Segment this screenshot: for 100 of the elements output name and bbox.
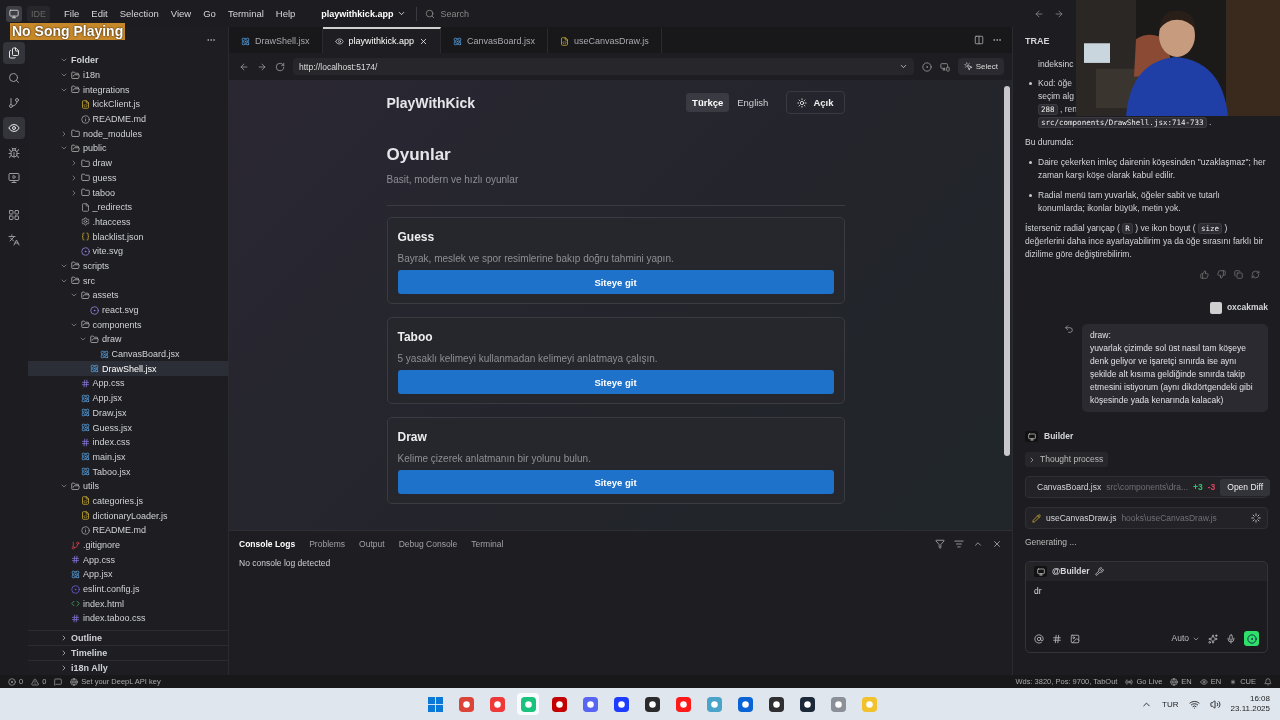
language-option[interactable]: English bbox=[731, 93, 775, 112]
explorer-entry[interactable]: eslint.config.js bbox=[28, 581, 228, 597]
refresh-icon[interactable] bbox=[1251, 270, 1260, 279]
explorer-entry[interactable]: App.css bbox=[28, 376, 228, 391]
scrollbar-thumb[interactable] bbox=[1004, 86, 1010, 456]
forward-icon[interactable] bbox=[257, 61, 267, 72]
thought-toggle[interactable]: Thought process bbox=[1025, 452, 1109, 467]
explorer-entry[interactable]: blacklist.json bbox=[28, 229, 228, 244]
devices-icon[interactable] bbox=[939, 61, 950, 72]
menu-item[interactable]: View bbox=[164, 8, 198, 19]
explorer-entry[interactable]: categories.js bbox=[28, 493, 228, 509]
filter-icon[interactable] bbox=[935, 539, 945, 549]
explorer-entry[interactable]: kickClient.js bbox=[28, 97, 228, 112]
back-icon[interactable] bbox=[239, 61, 249, 72]
chevron-up-icon[interactable] bbox=[973, 539, 983, 549]
explorer-entry[interactable]: README.md bbox=[28, 111, 228, 127]
close-icon[interactable] bbox=[992, 539, 1002, 549]
explorer-folder[interactable]: guess bbox=[28, 170, 228, 186]
panel-tab[interactable]: Debug Console bbox=[398, 539, 458, 549]
menu-item[interactable]: Edit bbox=[85, 8, 114, 19]
undo-icon[interactable] bbox=[1064, 324, 1074, 334]
explorer-folder[interactable]: draw bbox=[28, 155, 228, 171]
explorer-folder[interactable]: taboo bbox=[28, 185, 228, 200]
thumbs-up-icon[interactable] bbox=[1200, 270, 1209, 279]
explorer-entry[interactable]: README.md bbox=[28, 523, 228, 538]
record-icon[interactable] bbox=[921, 61, 932, 72]
explorer-entry[interactable]: App.jsx bbox=[28, 390, 228, 406]
explorer-entry[interactable]: index.html bbox=[28, 596, 228, 612]
menu-item[interactable]: Help bbox=[269, 8, 302, 19]
explorer-entry[interactable]: .gitignore bbox=[28, 537, 228, 553]
explorer-entry[interactable]: vite.svg bbox=[28, 243, 228, 259]
explorer-entry[interactable]: main.jsx bbox=[28, 449, 228, 465]
list-icon[interactable] bbox=[954, 539, 964, 549]
explorer-folder[interactable]: assets bbox=[28, 288, 228, 303]
explorer-entry[interactable]: Taboo.jsx bbox=[28, 464, 228, 479]
editor-tab[interactable]: CanvasBoard.jsx bbox=[441, 27, 549, 53]
close-icon[interactable] bbox=[419, 36, 429, 46]
explorer-entry[interactable]: index.taboo.css bbox=[28, 611, 228, 626]
editor-tab[interactable]: playwithkick.app bbox=[322, 27, 442, 53]
project-menu[interactable]: playwithkick.app bbox=[321, 8, 407, 19]
panel-tab[interactable]: Problems bbox=[309, 539, 346, 549]
visit-button[interactable]: Siteye git bbox=[397, 370, 834, 394]
tools-icon[interactable] bbox=[1094, 567, 1104, 576]
explorer-folder[interactable]: components bbox=[28, 317, 228, 333]
explorer-icon[interactable] bbox=[3, 42, 25, 64]
menu-item[interactable]: Selection bbox=[113, 8, 165, 19]
explorer-entry[interactable]: index.css bbox=[28, 434, 228, 450]
explorer-entry[interactable]: CanvasBoard.jsx bbox=[28, 346, 228, 362]
image-icon[interactable] bbox=[1070, 633, 1080, 644]
explorer-folder[interactable]: public bbox=[28, 141, 228, 156]
split-icon[interactable] bbox=[974, 35, 984, 45]
volume-icon[interactable] bbox=[1209, 698, 1221, 710]
explorer-folder[interactable]: scripts bbox=[28, 258, 228, 274]
language-option[interactable]: Türkçe bbox=[686, 93, 730, 112]
visit-button[interactable]: Siteye git bbox=[397, 470, 834, 494]
explorer-entry[interactable]: App.css bbox=[28, 552, 228, 568]
send-button[interactable] bbox=[1244, 631, 1259, 646]
explorer-folder[interactable]: src bbox=[28, 273, 228, 288]
wifi-icon[interactable] bbox=[1188, 698, 1200, 710]
explorer-entry[interactable]: _redirects bbox=[28, 199, 228, 215]
mic-icon[interactable] bbox=[1226, 633, 1236, 644]
back-icon[interactable] bbox=[1034, 8, 1044, 19]
thumbs-down-icon[interactable] bbox=[1217, 270, 1226, 279]
panel-tab[interactable]: Terminal bbox=[471, 539, 504, 549]
clock[interactable]: 16:08 23.11.2025 bbox=[1230, 694, 1270, 714]
chat-icon[interactable] bbox=[54, 677, 63, 686]
explorer-folder[interactable]: i18n bbox=[28, 67, 228, 83]
menu-item[interactable]: File bbox=[58, 8, 86, 19]
explorer-entry[interactable]: .htaccess bbox=[28, 214, 228, 230]
explorer-entry[interactable]: react.svg bbox=[28, 302, 228, 318]
explorer-folder[interactable]: Folder bbox=[28, 53, 228, 68]
explorer-folder[interactable]: integrations bbox=[28, 82, 228, 98]
bell-icon[interactable] bbox=[1264, 677, 1272, 686]
panel-tab[interactable]: Console Logs bbox=[239, 539, 296, 549]
editor-tab[interactable]: useCanvasDraw.js bbox=[548, 27, 662, 53]
url-field[interactable]: http://localhost:5174/ bbox=[293, 58, 914, 75]
reload-icon[interactable] bbox=[275, 61, 285, 72]
editor-tab[interactable]: DrawShell.jsx bbox=[229, 27, 323, 53]
forward-icon[interactable] bbox=[1054, 8, 1064, 19]
eye-icon[interactable] bbox=[3, 117, 25, 139]
menu-item[interactable]: Go bbox=[197, 8, 222, 19]
menu-item[interactable]: Terminal bbox=[221, 8, 270, 19]
explorer-entry[interactable]: DrawShell.jsx bbox=[28, 361, 228, 377]
explorer-entry[interactable]: Guess.jsx bbox=[28, 420, 228, 435]
theme-button[interactable]: Açık bbox=[786, 91, 845, 114]
section-header[interactable]: Outline bbox=[28, 630, 228, 645]
open-diff-button[interactable]: Open Diff bbox=[1220, 478, 1271, 496]
explorer-entry[interactable]: App.jsx bbox=[28, 567, 228, 582]
section-header[interactable]: Timeline bbox=[28, 645, 228, 660]
visit-button[interactable]: Siteye git bbox=[397, 270, 834, 294]
sparkle-icon[interactable] bbox=[1208, 633, 1218, 644]
panel-tab[interactable]: Output bbox=[359, 539, 385, 549]
input-field[interactable]: dr bbox=[1034, 585, 1259, 598]
select-button[interactable]: Select bbox=[957, 58, 1004, 75]
explorer-folder[interactable]: utils bbox=[28, 478, 228, 494]
explorer-folder[interactable]: node_modules bbox=[28, 126, 228, 142]
hash-icon[interactable] bbox=[1052, 633, 1062, 644]
explorer-folder[interactable]: draw bbox=[28, 332, 228, 347]
keyboard-language[interactable]: TUR bbox=[1162, 699, 1179, 709]
mode-select[interactable]: Auto bbox=[1171, 632, 1200, 645]
